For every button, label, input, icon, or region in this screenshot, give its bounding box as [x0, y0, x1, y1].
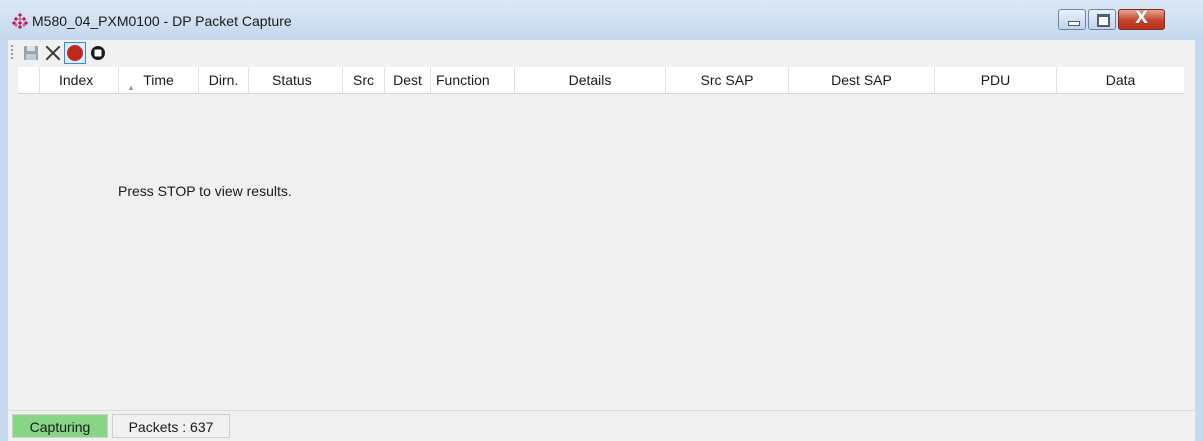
- column-header-index[interactable]: Index ▲: [40, 67, 135, 93]
- save-button[interactable]: [20, 42, 42, 64]
- close-window-icon: X: [1134, 8, 1149, 28]
- column-header-dirn[interactable]: Dirn.: [199, 67, 249, 93]
- column-header-function[interactable]: Function: [431, 67, 515, 93]
- stop-button[interactable]: [87, 42, 109, 64]
- column-header-src-sap[interactable]: Src SAP: [666, 67, 789, 93]
- minimize-icon: [1068, 21, 1080, 26]
- record-button[interactable]: [64, 42, 86, 64]
- column-header-dest-sap[interactable]: Dest SAP: [789, 67, 935, 93]
- close-button[interactable]: X: [1118, 8, 1165, 30]
- toolbar-grip[interactable]: [11, 45, 13, 61]
- status-bar: Capturing Packets : 637: [8, 410, 1195, 441]
- clear-button[interactable]: [42, 42, 64, 64]
- window-title: M580_04_PXM0100 - DP Packet Capture: [32, 13, 292, 29]
- packet-count: Packets : 637: [112, 414, 230, 438]
- column-header-label: Index: [59, 72, 94, 88]
- grid-header: Index ▲ Time Dirn. Status Src Dest Funct…: [18, 67, 1184, 94]
- column-header-data[interactable]: Data: [1057, 67, 1184, 93]
- client-area: Index ▲ Time Dirn. Status Src Dest Funct…: [8, 40, 1195, 441]
- column-header-dest[interactable]: Dest: [385, 67, 431, 93]
- column-header-details[interactable]: Details: [515, 67, 666, 93]
- capture-status-badge: Capturing: [12, 414, 108, 438]
- column-header-pdu[interactable]: PDU: [935, 67, 1057, 93]
- close-icon: [45, 45, 61, 61]
- save-icon: [24, 46, 38, 60]
- packet-capture-window: M580_04_PXM0100 - DP Packet Capture X In…: [0, 0, 1203, 441]
- toolbar: [8, 40, 1195, 66]
- minimize-button[interactable]: [1058, 9, 1086, 30]
- record-icon: [67, 45, 83, 61]
- app-diamond-icon: [12, 13, 28, 29]
- title-bar[interactable]: M580_04_PXM0100 - DP Packet Capture X: [0, 0, 1203, 40]
- empty-grid-message: Press STOP to view results.: [118, 183, 292, 199]
- packet-grid[interactable]: Index ▲ Time Dirn. Status Src Dest Funct…: [18, 67, 1184, 410]
- maximize-icon: [1097, 14, 1110, 27]
- column-header-src[interactable]: Src: [343, 67, 385, 93]
- maximize-button[interactable]: [1088, 9, 1116, 30]
- stop-icon: [91, 46, 105, 60]
- column-header-select[interactable]: [18, 67, 40, 93]
- column-header-status[interactable]: Status: [249, 67, 343, 93]
- column-header-time[interactable]: Time: [119, 67, 199, 93]
